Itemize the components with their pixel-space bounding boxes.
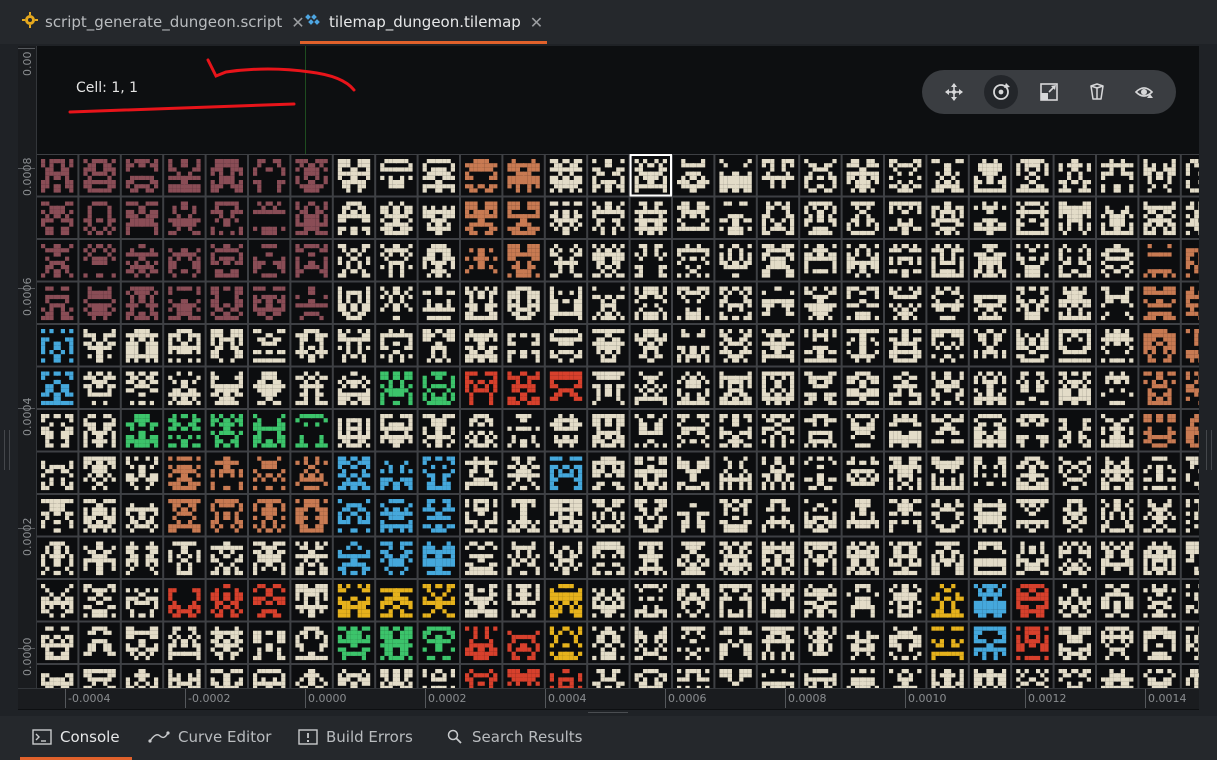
- tilemap-canvas[interactable]: Cell: 1, 1: [18, 46, 1199, 710]
- ruler-tick-label: 0.0000: [308, 692, 347, 705]
- ruler-tick-label: 0.0002: [21, 517, 34, 557]
- rotate-tool[interactable]: [984, 75, 1019, 109]
- tab-label: script_generate_dungeon.script: [45, 13, 283, 31]
- terminal-icon: [32, 729, 52, 745]
- tab-console[interactable]: Console: [20, 716, 132, 760]
- ruler-tick-label: 0.0008: [21, 157, 34, 197]
- tab-bar: script_generate_dungeon.script ✕ tilemap…: [0, 0, 1217, 44]
- ruler-tick-label: 0.0004: [548, 692, 587, 705]
- gear-icon: [22, 12, 38, 32]
- tab-tilemap[interactable]: tilemap_dungeon.tilemap ✕: [300, 0, 548, 44]
- cube-icon: [1089, 83, 1104, 100]
- tab-label: Build Errors: [326, 728, 413, 746]
- ruler-tick: [185, 689, 186, 708]
- ruler-tick-label: 0.0000: [21, 637, 34, 677]
- ruler-tick: [305, 689, 306, 708]
- move-tool[interactable]: [937, 75, 971, 109]
- ruler-tick-label: 0.0006: [21, 277, 34, 317]
- scale-tool[interactable]: [1032, 75, 1066, 109]
- transform-toolbar: [922, 70, 1176, 114]
- search-icon: [446, 729, 464, 745]
- ruler-tick-label: 0.00: [21, 51, 34, 77]
- ruler-tick-label: 0.0014: [1148, 692, 1187, 705]
- annotation-arrow: [68, 58, 356, 114]
- tile-source-grid[interactable]: [36, 154, 1199, 688]
- move-icon: [944, 83, 963, 101]
- ruler-tick-label: 0.0002: [428, 692, 467, 705]
- ruler-tick: [65, 689, 66, 708]
- left-panel-grip[interactable]: [4, 430, 10, 470]
- ruler-tick: [665, 689, 666, 708]
- close-icon[interactable]: ✕: [530, 13, 543, 32]
- curve-icon: [148, 730, 170, 744]
- tab-label: Curve Editor: [178, 728, 272, 746]
- tab-label: Console: [60, 728, 120, 746]
- ruler-tick: [1025, 689, 1026, 708]
- rotate-icon: [993, 83, 1011, 100]
- tilemap-icon: [304, 13, 322, 31]
- ruler-tick-label: 0.0006: [668, 692, 707, 705]
- ruler-tick-label: 0.0010: [908, 692, 947, 705]
- tab-label: Search Results: [472, 728, 583, 746]
- ruler-tick: [425, 689, 426, 708]
- alert-icon: [298, 729, 318, 745]
- ruler-tick: [785, 689, 786, 708]
- visibility-tool[interactable]: [1127, 75, 1161, 109]
- tab-curve-editor[interactable]: Curve Editor: [148, 716, 271, 758]
- ruler-tick-label: 0.0008: [788, 692, 827, 705]
- tab-build-errors[interactable]: Build Errors: [298, 716, 413, 758]
- ruler-tick-label: -0.0004: [68, 692, 111, 705]
- vertical-ruler: 0.00 0.0008 0.0006 0.0004 0.0002 0.0000: [18, 46, 37, 688]
- active-tab-indicator: [300, 41, 548, 44]
- ruler-tick: [18, 48, 35, 49]
- ruler-tick-label: 0.0012: [1028, 692, 1067, 705]
- scale-icon: [1040, 83, 1058, 101]
- ruler-tick: [905, 689, 906, 708]
- ruler-tick-label: -0.0002: [188, 692, 231, 705]
- tab-label: tilemap_dungeon.tilemap: [329, 13, 521, 31]
- tab-search-results[interactable]: Search Results: [446, 716, 582, 758]
- perspective-tool[interactable]: [1080, 75, 1114, 109]
- tab-script[interactable]: script_generate_dungeon.script ✕: [22, 0, 305, 44]
- horizontal-ruler: -0.0004 -0.0002 0.0000 0.0002 0.0004 0.0006 0.…: [18, 688, 1199, 709]
- ruler-tick-label: 0.0004: [21, 397, 34, 437]
- ruler-tick: [545, 689, 546, 708]
- ruler-tick: [1145, 689, 1146, 708]
- right-panel-grip[interactable]: [1206, 430, 1212, 470]
- bottom-panel: Console Curve Editor Build Errors Search…: [0, 716, 1217, 760]
- eye-icon: [1135, 87, 1154, 98]
